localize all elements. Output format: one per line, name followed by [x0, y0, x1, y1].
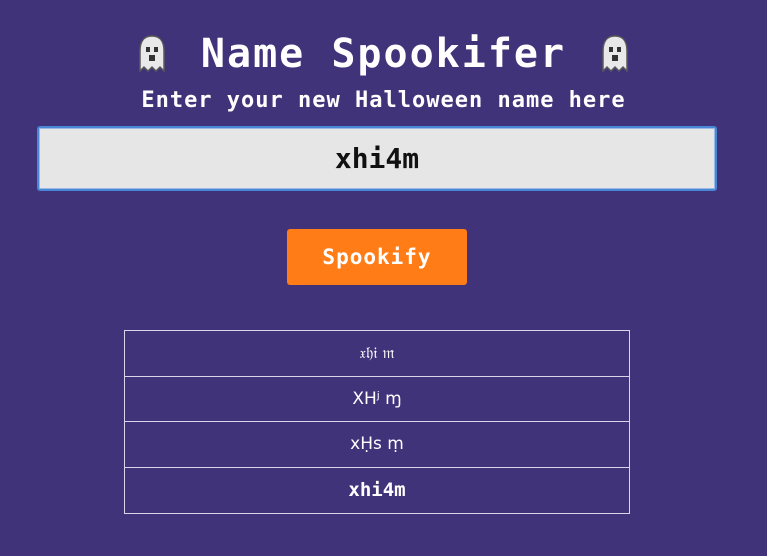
ghost-icon — [139, 35, 165, 73]
spookify-button[interactable]: Spookify — [287, 229, 467, 285]
ghost-icon — [602, 35, 628, 73]
result-row: xhi4m — [348, 479, 406, 502]
name-input-container — [37, 126, 717, 191]
result-row: 𝔵𝔥𝔦 𝔪 — [125, 331, 629, 377]
result-row: xḤꜱ ṃ — [125, 422, 629, 468]
page-title: Name Spookifer — [200, 31, 567, 77]
results-table: 𝔵𝔥𝔦 𝔪 ХНʲ ɱ xḤꜱ ṃ xhi4m — [124, 330, 630, 514]
result-row: ХНʲ ɱ — [125, 377, 629, 422]
page-subtitle: Enter your new Halloween name here — [141, 88, 626, 113]
name-input[interactable] — [39, 128, 715, 189]
header: Name Spookifer — [0, 28, 767, 80]
